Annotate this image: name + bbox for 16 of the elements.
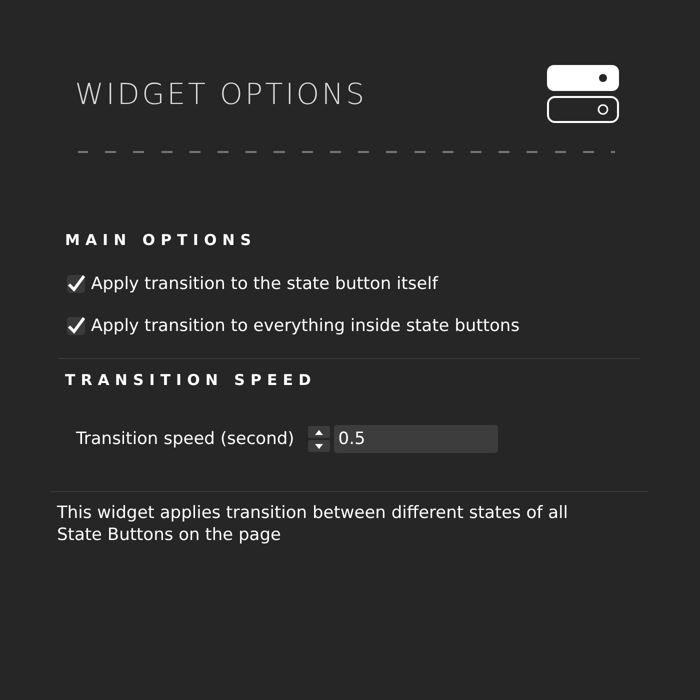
checkbox-option[interactable]: Apply transition to the state button itself bbox=[67, 274, 640, 294]
down-arrow-icon bbox=[315, 444, 324, 448]
checkbox[interactable] bbox=[67, 275, 85, 293]
section-heading: TRANSITION SPEED bbox=[65, 371, 318, 389]
checkmark-icon bbox=[67, 275, 85, 293]
description-text: This widget applies transition between different states of all State Buttons on the page bbox=[57, 502, 569, 546]
up-arrow-icon bbox=[315, 430, 324, 434]
speed-input[interactable]: 0.5 bbox=[334, 425, 498, 453]
section-heading: MAIN OPTIONS bbox=[65, 231, 258, 249]
widget-title: WIDGET OPTIONS bbox=[75, 77, 367, 111]
toggle-switches-icon bbox=[546, 64, 620, 124]
field-label: Transition speed (second) bbox=[76, 429, 294, 449]
checkmark-icon bbox=[67, 317, 85, 335]
checkbox-option[interactable]: Apply transition to everything inside state buttons bbox=[67, 316, 640, 336]
checkbox[interactable] bbox=[67, 317, 85, 335]
stepper[interactable] bbox=[308, 426, 330, 452]
